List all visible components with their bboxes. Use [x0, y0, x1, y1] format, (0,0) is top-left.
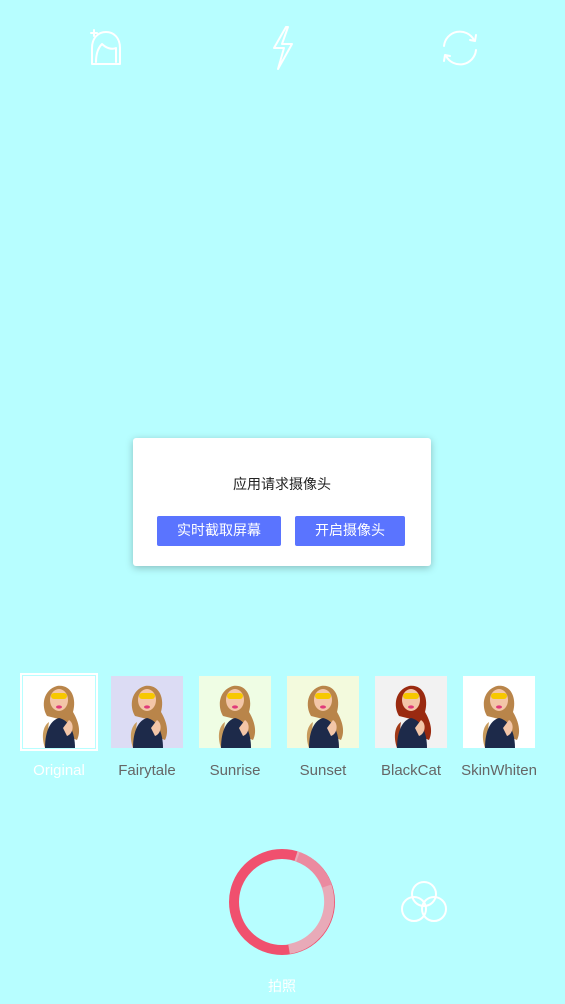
shutter-label: 拍照 [268, 979, 296, 995]
filter-label: Sunrise [209, 762, 261, 779]
filter-label: SkinWhiten [461, 762, 537, 779]
filter-label: Original [33, 762, 85, 779]
filter-label: Sunset [299, 762, 347, 779]
switch-camera-icon[interactable] [436, 24, 484, 72]
filter-blackcat[interactable]: BlackCat [367, 674, 455, 784]
filter-thumbnail [199, 676, 271, 748]
camera-toolbar [0, 0, 565, 100]
filter-thumbnail [463, 676, 535, 748]
filter-original[interactable]: Original [15, 673, 103, 784]
filter-label: Fairytale [118, 762, 176, 779]
filter-thumbnail [20, 673, 98, 751]
filter-thumbnail [375, 676, 447, 748]
shutter-button[interactable] [226, 846, 338, 958]
beauty-face-icon[interactable] [82, 24, 130, 72]
screen-capture-button[interactable]: 实时截取屏幕 [157, 516, 281, 546]
filter-fairytale[interactable]: Fairytale [103, 674, 191, 784]
camera-permission-dialog: 应用请求摄像头 实时截取屏幕 开启摄像头 [133, 438, 431, 566]
filter-thumbnail [287, 676, 359, 748]
filter-toggle-icon[interactable] [399, 879, 449, 925]
filter-thumbnail [111, 676, 183, 748]
dialog-message: 应用请求摄像头 [233, 477, 331, 493]
flash-icon[interactable] [258, 24, 306, 72]
filter-strip: Original Fairytale Sunrise Sunset BlackC… [0, 673, 565, 784]
filter-sunrise[interactable]: Sunrise [191, 674, 279, 784]
filter-skinwhiten[interactable]: SkinWhiten [455, 674, 543, 784]
open-camera-button[interactable]: 开启摄像头 [295, 516, 405, 546]
filter-sunset[interactable]: Sunset [279, 674, 367, 784]
filter-label: BlackCat [380, 762, 442, 779]
